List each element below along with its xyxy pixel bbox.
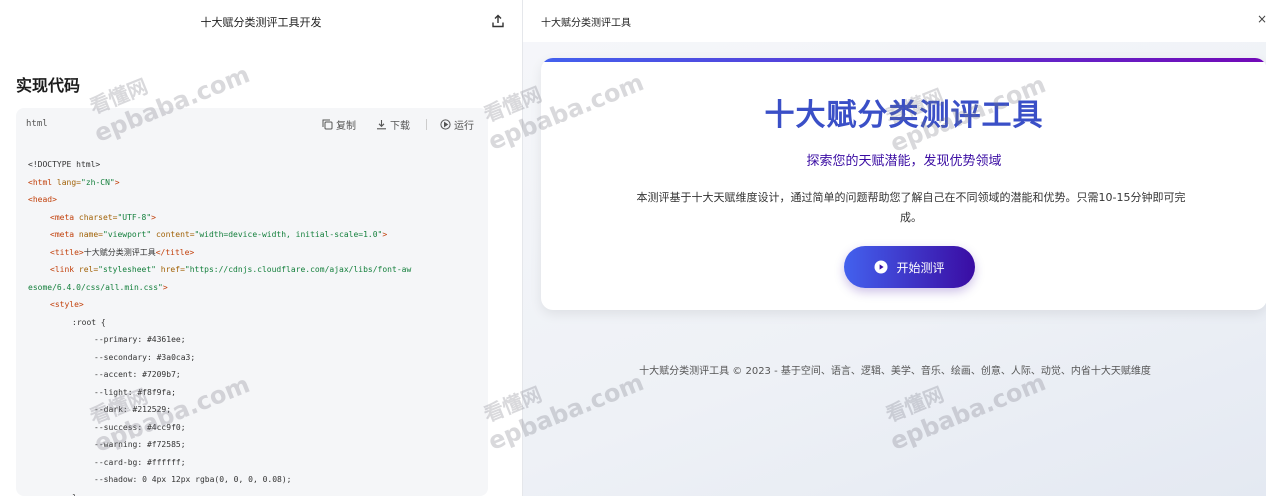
code-token: <style> xyxy=(50,300,84,309)
code-token: name= xyxy=(78,230,103,239)
code-token: </title> xyxy=(155,247,195,257)
code-token: --primary: #4361ee; xyxy=(94,335,186,344)
code-token: > xyxy=(151,212,156,222)
code-token: 十大赋分类测评工具 xyxy=(83,247,156,257)
share-upload-icon xyxy=(492,14,504,28)
code-line: --secondary: #3a0ca3; xyxy=(28,349,488,367)
download-button[interactable]: 下载 xyxy=(376,117,410,132)
code-token: --dark: #212529; xyxy=(94,405,172,414)
code-line: --primary: #4361ee; xyxy=(28,331,488,349)
code-panel: 十大赋分类测评工具开发 实现代码 html 复制 下载 运行 <!DOCTYPE… xyxy=(0,0,522,496)
app-heading: 十大赋分类测评工具 xyxy=(764,98,1044,133)
code-token: > xyxy=(382,230,388,239)
card-accent-bar xyxy=(541,58,1266,62)
app-root: 十大赋分类测评工具开发 实现代码 html 复制 下载 运行 <!DOCTYPE… xyxy=(0,0,1266,496)
code-line: <style> xyxy=(28,296,488,314)
code-token: --shadow: 0 4px 12px rgba(0, 0, 0, 0.08)… xyxy=(94,475,292,484)
code-token: > xyxy=(162,282,168,292)
run-button[interactable]: 运行 xyxy=(440,117,474,132)
code-token: "stylesheet" xyxy=(98,265,161,274)
code-token: --secondary: #3a0ca3; xyxy=(94,352,196,362)
code-token: <head> xyxy=(28,195,57,204)
code-line: <!DOCTYPE html> xyxy=(28,156,488,174)
code-token: lang= xyxy=(56,177,81,187)
code-line: <html lang="zh-CN"> xyxy=(28,174,488,192)
code-token: > xyxy=(114,177,120,187)
code-line: --light: #f8f9fa; xyxy=(28,384,488,402)
code-language-label: html xyxy=(26,119,48,129)
code-token: <title> xyxy=(50,247,84,257)
intro-card: 十大赋分类测评工具 探索您的天赋潜能，发现优势领域 本测评基于十大天赋维度设计，… xyxy=(541,58,1266,310)
section-heading: 实现代码 xyxy=(16,76,81,95)
code-line: --dark: #212529; xyxy=(28,401,488,419)
code-token: --success: #4cc9f0; xyxy=(94,422,186,432)
copy-button[interactable]: 复制 xyxy=(322,117,356,132)
preview-title: 十大赋分类测评工具 xyxy=(541,18,631,29)
code-token: rel= xyxy=(78,265,99,274)
download-label: 下载 xyxy=(390,121,410,132)
code-token: <meta xyxy=(50,230,79,239)
code-line: --card-bg: #ffffff; xyxy=(28,454,488,472)
code-line: <meta name="viewport" content="width=dev… xyxy=(28,226,488,244)
run-play-icon xyxy=(440,119,451,130)
code-token: --accent: #7209b7; xyxy=(94,370,181,379)
code-line: <title>十大赋分类测评工具</title> xyxy=(28,244,488,262)
code-block: html 复制 下载 运行 <!DOCTYPE html> <html lang… xyxy=(16,108,488,496)
code-panel-header: 十大赋分类测评工具开发 xyxy=(0,0,522,42)
preview-panel: 十大赋分类测评工具 × 十大赋分类测评工具 探索您的天赋潜能，发现优势领域 本测… xyxy=(522,0,1266,496)
start-button-label: 开始测评 xyxy=(896,260,945,275)
code-toolbar: html 复制 下载 运行 xyxy=(16,108,488,142)
code-line: --accent: #7209b7; xyxy=(28,366,488,384)
start-assessment-button[interactable]: 开始测评 xyxy=(844,246,975,288)
code-token: esome/6.4.0/css/all.min.css" xyxy=(28,282,163,292)
code-line: } xyxy=(28,489,488,496)
code-line: :root { xyxy=(28,314,488,332)
share-button[interactable] xyxy=(489,12,507,30)
code-token: --light: #f8f9fa; xyxy=(94,387,176,397)
code-line: --shadow: 0 4px 12px rgba(0, 0, 0, 0.08)… xyxy=(28,471,488,489)
conversation-title: 十大赋分类测评工具开发 xyxy=(200,16,322,29)
code-token: "zh-CN" xyxy=(81,177,115,187)
app-subtitle: 探索您的天赋潜能，发现优势领域 xyxy=(806,154,1002,169)
copy-icon xyxy=(322,119,333,130)
toolbar-divider xyxy=(426,119,427,130)
code-token: charset= xyxy=(78,212,118,222)
close-preview-button[interactable]: × xyxy=(1257,12,1266,26)
preview-header: 十大赋分类测评工具 × xyxy=(523,0,1266,42)
code-line: --warning: #f72585; xyxy=(28,436,488,454)
code-token: --card-bg: #ffffff; xyxy=(94,457,186,467)
code-line: esome/6.4.0/css/all.min.css"> xyxy=(28,279,488,297)
download-icon xyxy=(377,120,386,130)
close-icon: × xyxy=(1257,12,1266,26)
code-token: --warning: #f72585; xyxy=(94,440,186,449)
run-label: 运行 xyxy=(454,121,474,132)
page-footer: 十大赋分类测评工具 © 2023 - 基于空间、语言、逻辑、美学、音乐、绘画、创… xyxy=(639,366,1151,377)
code-token: "viewport" xyxy=(103,230,156,239)
code-line: <meta charset="UTF-8"> xyxy=(28,209,488,227)
code-token: <!DOCTYPE html> xyxy=(28,160,101,169)
code-line: <link rel="stylesheet" href="https://cdn… xyxy=(28,261,488,279)
code-token: } xyxy=(72,493,77,496)
app-description: 本测评基于十大天赋维度设计，通过简单的问题帮助您了解自己在不同领域的潜能和优势。… xyxy=(636,191,1186,224)
copy-label: 复制 xyxy=(336,121,356,132)
play-circle-icon xyxy=(874,260,888,274)
code-token: "width=device-width, initial-scale=1.0" xyxy=(194,230,383,239)
code-token: <meta xyxy=(50,212,79,222)
code-token: <html xyxy=(28,177,57,187)
code-content: <!DOCTYPE html> <html lang="zh-CN"> <head>… xyxy=(28,156,488,496)
code-token: :root { xyxy=(72,317,106,327)
code-line: <head> xyxy=(28,191,488,209)
code-token: href= xyxy=(160,265,185,274)
code-token: "https://cdnjs.cloudflare.com/ajax/libs/… xyxy=(184,265,412,274)
code-token: content= xyxy=(155,230,195,239)
code-token: "UTF-8" xyxy=(117,212,152,222)
code-token: <link xyxy=(50,265,79,274)
code-line: --success: #4cc9f0; xyxy=(28,419,488,437)
